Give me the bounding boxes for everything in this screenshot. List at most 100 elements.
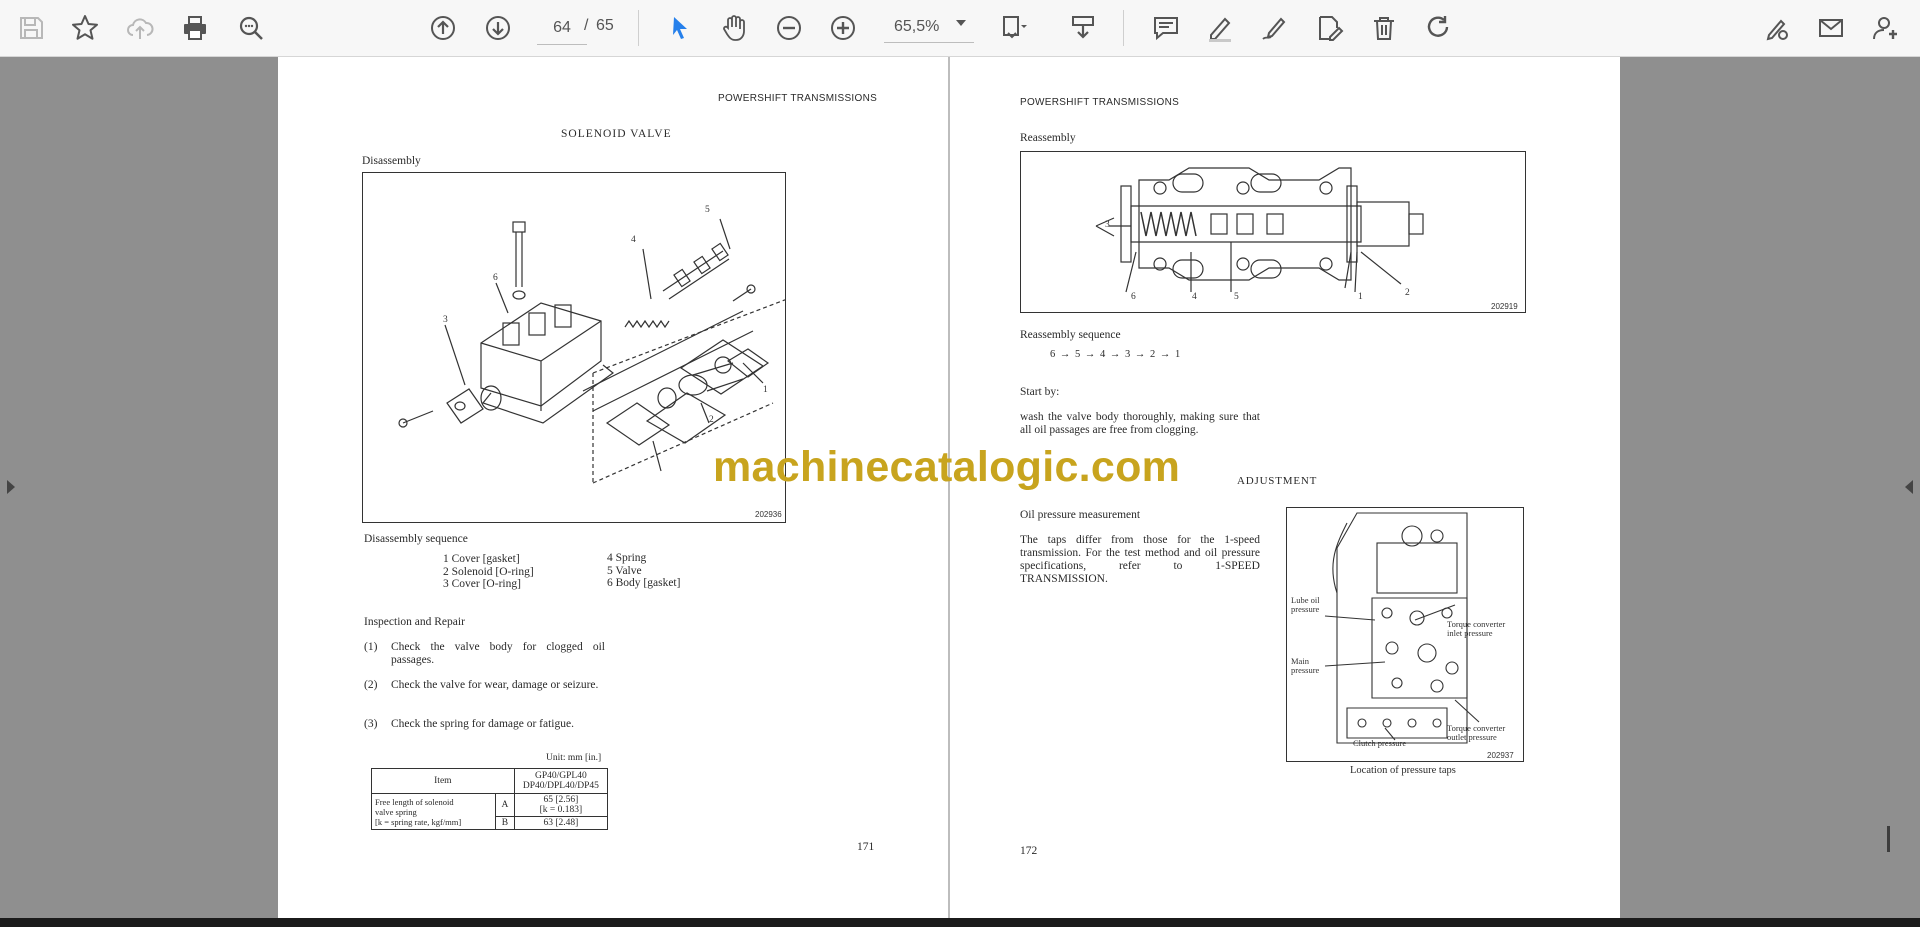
cursor-icon-svg xyxy=(673,17,687,39)
figure-number: 202937 xyxy=(1487,751,1514,760)
figure-label-1: 1 xyxy=(1358,292,1363,302)
stamp-icon-svg xyxy=(1072,16,1094,39)
cloud-upload-icon[interactable] xyxy=(121,9,159,47)
watermark: machinecatalogic.com xyxy=(713,443,1181,491)
comment-icon[interactable] xyxy=(1147,9,1185,47)
stamp-icon[interactable] xyxy=(1064,9,1102,47)
sequence-item: 4 Spring xyxy=(607,552,647,564)
inspection-text: Check the valve for wear, damage or seiz… xyxy=(391,679,599,691)
inspection-number: (2) xyxy=(364,679,378,691)
comment-icon-svg xyxy=(1154,17,1178,41)
envelope-icon-svg xyxy=(1819,19,1843,37)
figure-label-3: 3 xyxy=(443,315,448,325)
figure-label-2: 2 xyxy=(709,415,714,425)
page-title: SOLENOID VALVE xyxy=(561,128,672,140)
sequence-arrow: → xyxy=(1134,349,1147,360)
highlight-pen-icon[interactable] xyxy=(1201,9,1239,47)
tap-label-lube: Lube oil pressure xyxy=(1291,596,1320,614)
page-up-icon[interactable] xyxy=(424,9,462,47)
edit-pdf-icon[interactable] xyxy=(1310,9,1348,47)
sequence-item: 2 Solenoid [O-ring] xyxy=(443,566,534,578)
section-heading: Reassembly xyxy=(1020,132,1076,144)
table-row-label: Free length of solenoid valve spring [k = … xyxy=(370,793,497,830)
start-text: wash the valve body thoroughly, making s… xyxy=(1020,411,1260,436)
tap-label-clutch: Clutch pressure xyxy=(1353,738,1407,748)
total-pages: 65 xyxy=(596,17,614,34)
collapse-right-panel-icon[interactable] xyxy=(1905,480,1913,494)
figure-label-4: 4 xyxy=(631,235,636,245)
page-number-input[interactable] xyxy=(537,12,587,45)
page-down-icon[interactable] xyxy=(479,9,517,47)
user-plus-icon-svg xyxy=(1873,17,1897,40)
sequence-item: 5 Valve xyxy=(607,565,642,577)
sequence-step: 2 xyxy=(1150,349,1157,360)
arrow-up-icon-svg xyxy=(431,16,455,40)
solenoid-assembled-diagram xyxy=(1095,167,1424,293)
trash-icon-svg xyxy=(1374,17,1394,40)
minus-circle-icon-svg xyxy=(777,16,801,40)
collapse-left-panel-icon[interactable] xyxy=(7,480,15,494)
figure-caption: Location of pressure taps xyxy=(1350,765,1456,776)
sign-icon[interactable] xyxy=(1255,9,1293,47)
sequence-item: 1 Cover [gasket] xyxy=(443,553,520,565)
save-icon[interactable] xyxy=(12,9,50,47)
tap-label-main: Main pressure xyxy=(1291,657,1319,675)
plus-circle-icon-svg xyxy=(831,16,855,40)
hand-pan-icon[interactable] xyxy=(715,9,753,47)
figure-label-5: 5 xyxy=(1234,292,1239,302)
sign-request-icon-svg xyxy=(1766,19,1788,41)
fit-icon-svg xyxy=(1003,16,1027,39)
sequence-step: 5 xyxy=(1075,349,1082,360)
figure-number: 202936 xyxy=(755,510,782,519)
bottom-bar xyxy=(0,918,1920,927)
sign-request-icon[interactable] xyxy=(1757,9,1795,47)
table-header-item: Item xyxy=(371,768,515,794)
model-header-1: GP40/GPL40 xyxy=(534,771,587,781)
section-heading: Disassembly xyxy=(362,155,421,167)
row-label-line: [k = spring rate, kgf/mm] xyxy=(375,816,462,827)
scrollbar[interactable] xyxy=(1887,826,1890,852)
pressure-taps-figure: Lube oil pressure Torque converter inlet p… xyxy=(1286,507,1524,762)
page-separator: / xyxy=(584,17,589,34)
inspection-number: (3) xyxy=(364,718,378,730)
delete-icon[interactable] xyxy=(1365,9,1403,47)
bookmark-star-icon[interactable] xyxy=(66,9,104,47)
sequence-item: 6 Body [gasket] xyxy=(607,577,681,589)
adjustment-heading: ADJUSTMENT xyxy=(1237,475,1318,487)
figure-label-1: 1 xyxy=(763,385,768,395)
figure-label-6: 6 xyxy=(493,273,498,283)
page-number: 172 xyxy=(1020,845,1038,857)
sequence-heading: Reassembly sequence xyxy=(1020,329,1121,341)
zoom-out-icon[interactable] xyxy=(770,9,808,47)
sequence-item: 3 Cover [O-ring] xyxy=(443,578,521,590)
label-line: pressure xyxy=(1291,665,1320,675)
page-number: 171 xyxy=(857,841,875,853)
edit-doc-icon-svg xyxy=(1319,16,1344,41)
email-icon[interactable] xyxy=(1812,9,1850,47)
zoom-search-icon[interactable] xyxy=(232,9,270,47)
page-header: POWERSHIFT TRANSMISSIONS xyxy=(1020,97,1180,108)
sequence-step: 3 xyxy=(1125,349,1132,360)
toolbar: / 65 65,5% xyxy=(0,0,1920,57)
rotate-icon[interactable] xyxy=(1420,9,1458,47)
add-user-icon[interactable] xyxy=(1867,9,1905,47)
start-heading: Start by: xyxy=(1020,386,1060,398)
select-cursor-icon[interactable] xyxy=(661,9,699,47)
row-a-value: 65 [2.56] [k = 0.183] xyxy=(513,793,609,817)
zoom-select[interactable]: 65,5% xyxy=(884,12,974,43)
label-line: pressure xyxy=(1291,604,1320,614)
sequence-arrow: → xyxy=(1159,349,1172,360)
oil-text: The taps differ from those for the 1-spe… xyxy=(1020,534,1260,585)
page-fit-icon[interactable] xyxy=(995,9,1033,47)
zoom-in-icon[interactable] xyxy=(824,9,862,47)
arrow-down-icon-svg xyxy=(486,16,510,40)
reassembly-sequence: 6 → 5 → 4 → 3 → 2 → 1 xyxy=(1050,349,1181,360)
print-icon[interactable] xyxy=(176,9,214,47)
save-icon-svg xyxy=(20,17,43,39)
sequence-step: 6 xyxy=(1050,349,1057,360)
sequence-step: 4 xyxy=(1100,349,1107,360)
figure-label-2: 2 xyxy=(1405,288,1410,298)
row-a-value-line: 65 [2.56] xyxy=(543,795,579,805)
chevron-down-icon xyxy=(956,20,966,26)
model-header-2: DP40/DPL40/DP45 xyxy=(522,781,599,791)
